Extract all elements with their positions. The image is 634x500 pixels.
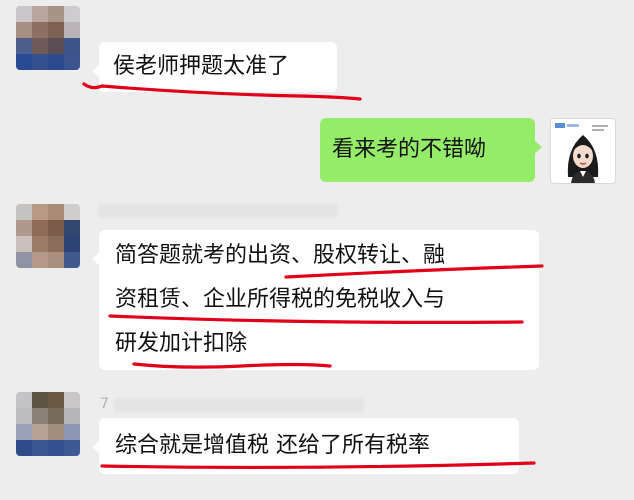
message-bubble[interactable]: 综合就是增值税 还给了所有税率 [92,418,519,474]
pixelated-avatar-icon [16,204,80,268]
message-text-line: 简答题就考的出资、股权转让、融 [115,243,446,268]
contact-avatar[interactable] [16,204,80,268]
contact-avatar[interactable] [16,392,80,456]
message-text: 看来考的不错呦 [332,137,487,162]
pixelated-avatar-icon [16,392,80,456]
message-bubble[interactable]: 简答题就考的出资、股权转让、融 资租赁、企业所得税的免税收入与 研发加计扣除 [92,230,539,370]
sender-name [114,398,364,412]
message-bubble-self[interactable]: 看来考的不错呦 [320,118,542,182]
sender-name-number: 7 [100,396,109,412]
message-text-line: 研发加计扣除 [115,331,248,356]
my-avatar[interactable] [550,118,616,184]
message-text: 侯老师押题太准了 [113,54,290,79]
message-bubble[interactable]: 侯老师押题太准了 [92,42,337,92]
cartoon-teacher-avatar-icon [551,119,615,183]
contact-avatar[interactable] [16,6,80,70]
pixelated-avatar-icon [16,6,80,70]
sender-name [98,204,338,218]
message-text: 综合就是增值税 还给了所有税率 [115,433,430,458]
message-text-line: 资租赁、企业所得税的免税收入与 [115,287,446,312]
